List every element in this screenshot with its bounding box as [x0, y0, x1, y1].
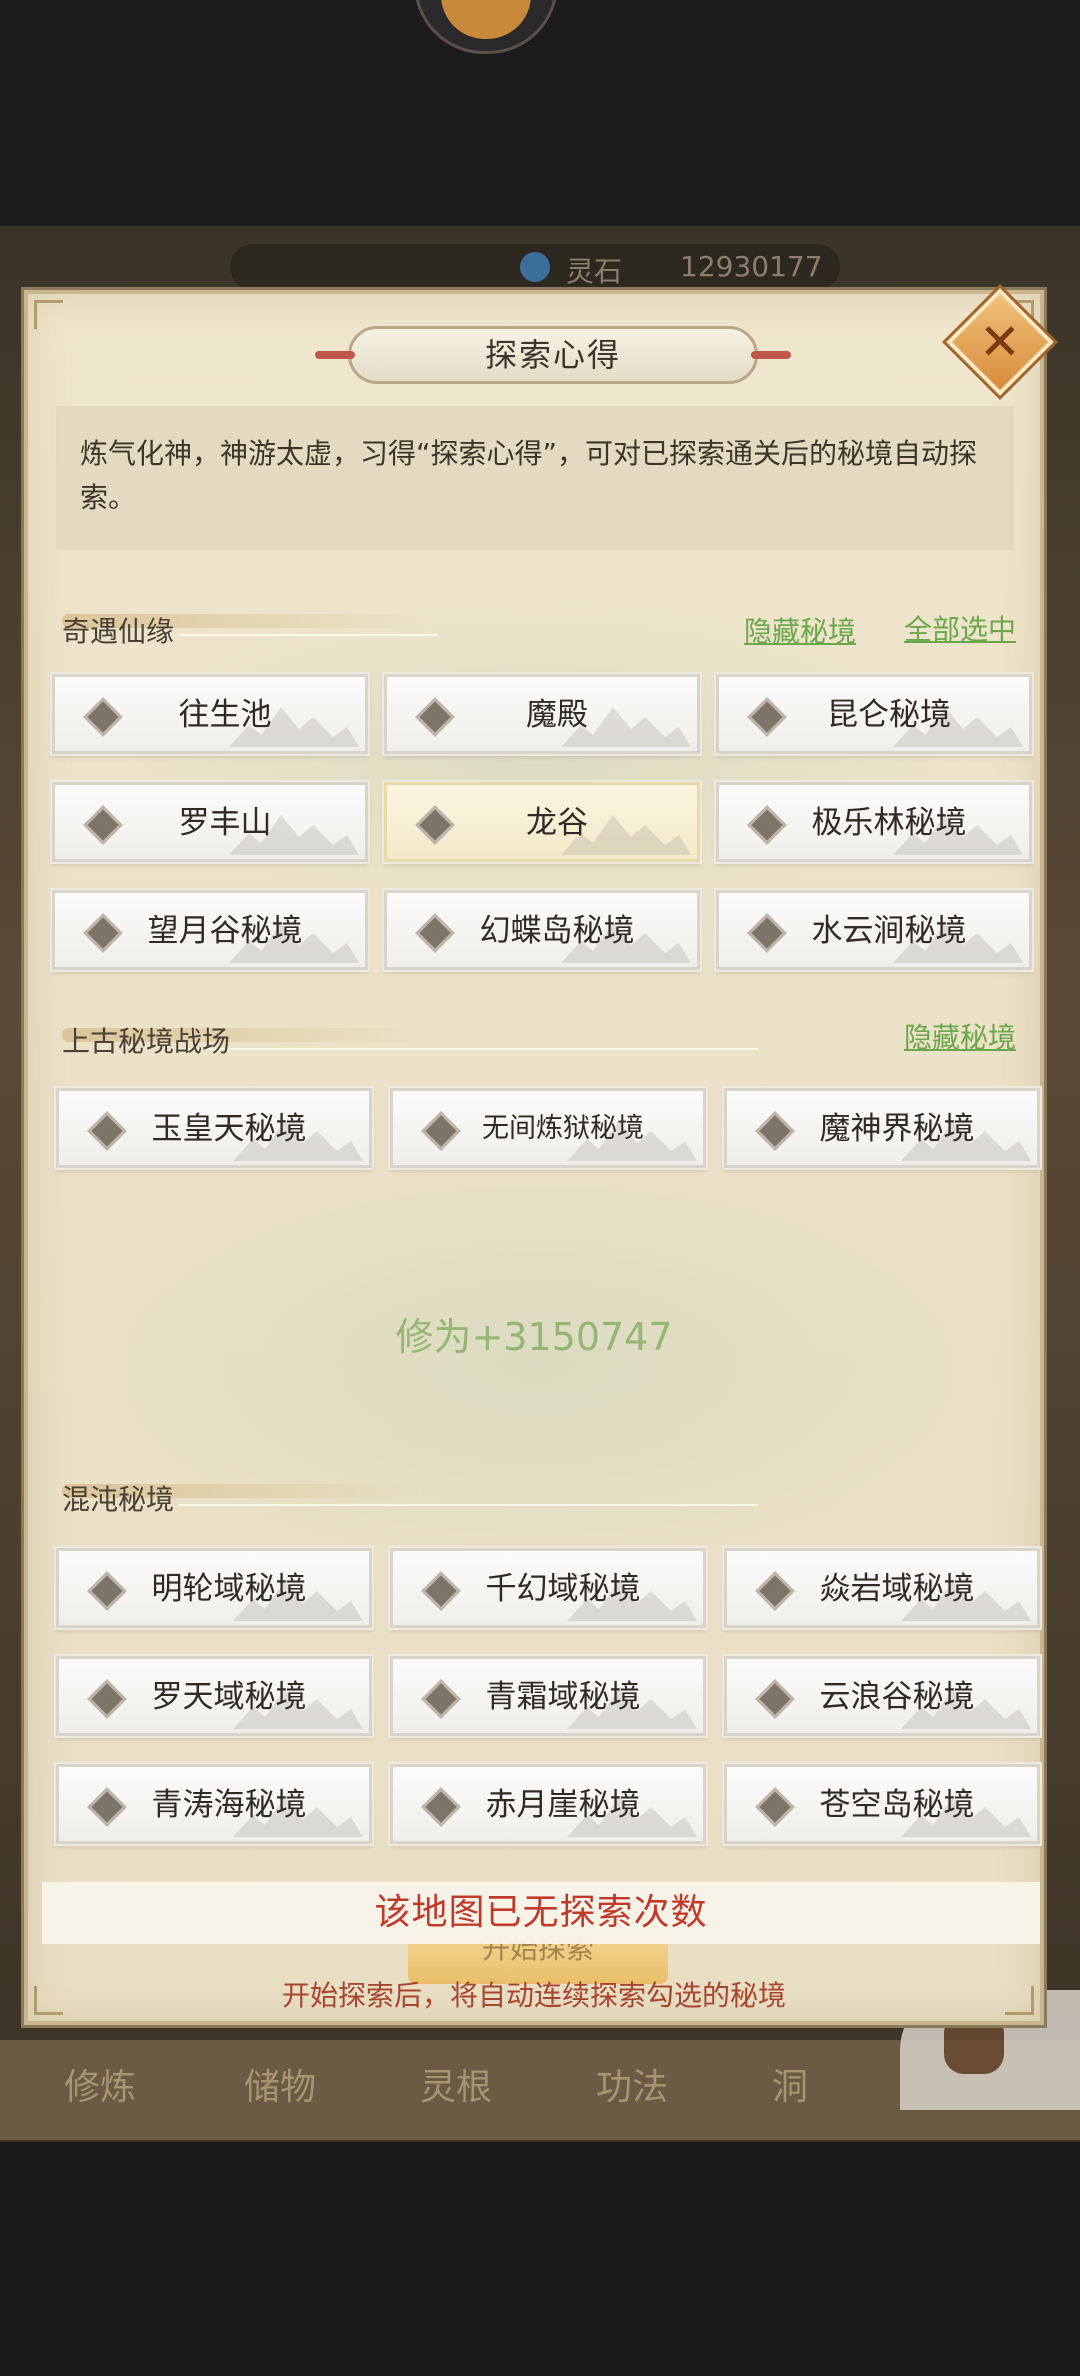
realm-option[interactable]: 赤月崖秘境 [390, 1764, 706, 1844]
realm-option[interactable]: 千幻域秘境 [390, 1548, 706, 1628]
realm-option-label: 苍空岛秘境 [819, 1787, 975, 1823]
realm-option-label: 罗天域秘境 [151, 1679, 307, 1715]
nav-item-xiulian[interactable]: 修炼 [64, 2058, 136, 2110]
realm-option[interactable]: 水云涧秘境 [716, 890, 1032, 970]
realm-option-label: 罗丰山 [178, 805, 272, 841]
realm-option-label: 青涛海秘境 [151, 1787, 307, 1823]
realm-option-label: 赤月崖秘境 [485, 1787, 641, 1823]
realm-option-label: 昆仑秘境 [827, 697, 951, 733]
intro-text: 炼气化神，神游太虚，习得“探索心得”，可对已探索通关后的秘境自动探索。 [56, 406, 1014, 550]
realm-option-label: 幻蝶岛秘境 [479, 913, 635, 949]
section-title-shanggu: 上古秘境战场 [62, 1025, 231, 1058]
realm-option[interactable]: 望月谷秘境 [52, 890, 368, 970]
realm-option-label: 无间炼狱秘境 [482, 1113, 644, 1144]
nav-item-dong[interactable]: 洞 [772, 2058, 808, 2110]
top-status-area [0, 0, 1080, 226]
resource-value: 12930177 [680, 250, 823, 283]
resource-label: 灵石 [566, 255, 623, 288]
realm-option-label: 水云涧秘境 [811, 913, 967, 949]
realm-option[interactable]: 苍空岛秘境 [724, 1764, 1040, 1844]
realm-option-label: 望月谷秘境 [147, 913, 303, 949]
corner-ornament [34, 300, 63, 329]
panel-title: 探索心得 [315, 326, 791, 384]
cultivation-gain-text: 修为+3150747 [395, 1315, 673, 1359]
realm-option-label: 千幻域秘境 [485, 1571, 641, 1607]
realm-option[interactable]: 焱岩域秘境 [724, 1548, 1040, 1628]
hide-secret-realm-link[interactable]: 隐藏秘境 [744, 610, 856, 650]
realm-option-label: 明轮域秘境 [151, 1571, 307, 1607]
realm-option[interactable]: 明轮域秘境 [56, 1548, 372, 1628]
nav-item-gongfa[interactable]: 功法 [596, 2058, 668, 2110]
avatar-face [441, 0, 531, 39]
realm-option-label: 极乐林秘境 [811, 805, 967, 841]
realm-option[interactable]: 青霜域秘境 [390, 1656, 706, 1736]
section-title-qiyu: 奇遇仙缘 [62, 615, 175, 648]
realm-option[interactable]: 青涛海秘境 [56, 1764, 372, 1844]
realm-option-label: 青霜域秘境 [485, 1679, 641, 1715]
section-title-hundun: 混沌秘境 [62, 1483, 175, 1516]
realm-option[interactable]: 往生池 [52, 674, 368, 754]
realm-option[interactable]: 极乐林秘境 [716, 782, 1032, 862]
hide-secret-realm-link[interactable]: 隐藏秘境 [904, 1016, 1016, 1056]
realm-option-label: 魔神界秘境 [819, 1111, 975, 1147]
close-icon[interactable]: ✕ [962, 304, 1038, 380]
section-rule [178, 1504, 758, 1506]
explore-insight-panel: 探索心得 炼气化神，神游太虚，习得“探索心得”，可对已探索通关后的秘境自动探索。… [24, 288, 1054, 2025]
realm-option-label: 云浪谷秘境 [819, 1679, 975, 1715]
realm-option-label: 魔殿 [526, 697, 588, 733]
realm-option[interactable]: 龙谷 [384, 782, 700, 862]
spirit-stone-icon [520, 252, 550, 282]
realm-option[interactable]: 罗丰山 [52, 782, 368, 862]
realm-option-label: 焱岩域秘境 [819, 1571, 975, 1607]
section-rule [178, 1048, 758, 1050]
realm-option-label: 玉皇天秘境 [151, 1111, 307, 1147]
toast-message: 该地图已无探索次数 [42, 1882, 1040, 1944]
realm-option[interactable]: 魔殿 [384, 674, 700, 754]
realm-option-label: 龙谷 [526, 805, 588, 841]
realm-option-label: 往生池 [178, 697, 272, 733]
nav-item-chuwu[interactable]: 储物 [244, 2058, 316, 2110]
bottom-blank [0, 2142, 1080, 2376]
footnote-text: 开始探索后，将自动连续探索勾选的秘境 [281, 1979, 786, 2012]
realm-option[interactable]: 玉皇天秘境 [56, 1088, 372, 1168]
realm-option[interactable]: 昆仑秘境 [716, 674, 1032, 754]
select-all-link[interactable]: 全部选中 [904, 608, 1016, 648]
realm-option[interactable]: 罗天域秘境 [56, 1656, 372, 1736]
realm-option[interactable]: 云浪谷秘境 [724, 1656, 1040, 1736]
cloud-pattern [68, 1154, 1008, 1574]
realm-option[interactable]: 魔神界秘境 [724, 1088, 1040, 1168]
realm-option[interactable]: 无间炼狱秘境 [390, 1088, 706, 1168]
realm-option[interactable]: 幻蝶岛秘境 [384, 890, 700, 970]
resource-bar: 灵石 12930177 [230, 244, 840, 290]
section-rule [178, 634, 438, 636]
nav-item-linggen[interactable]: 灵根 [420, 2058, 492, 2110]
